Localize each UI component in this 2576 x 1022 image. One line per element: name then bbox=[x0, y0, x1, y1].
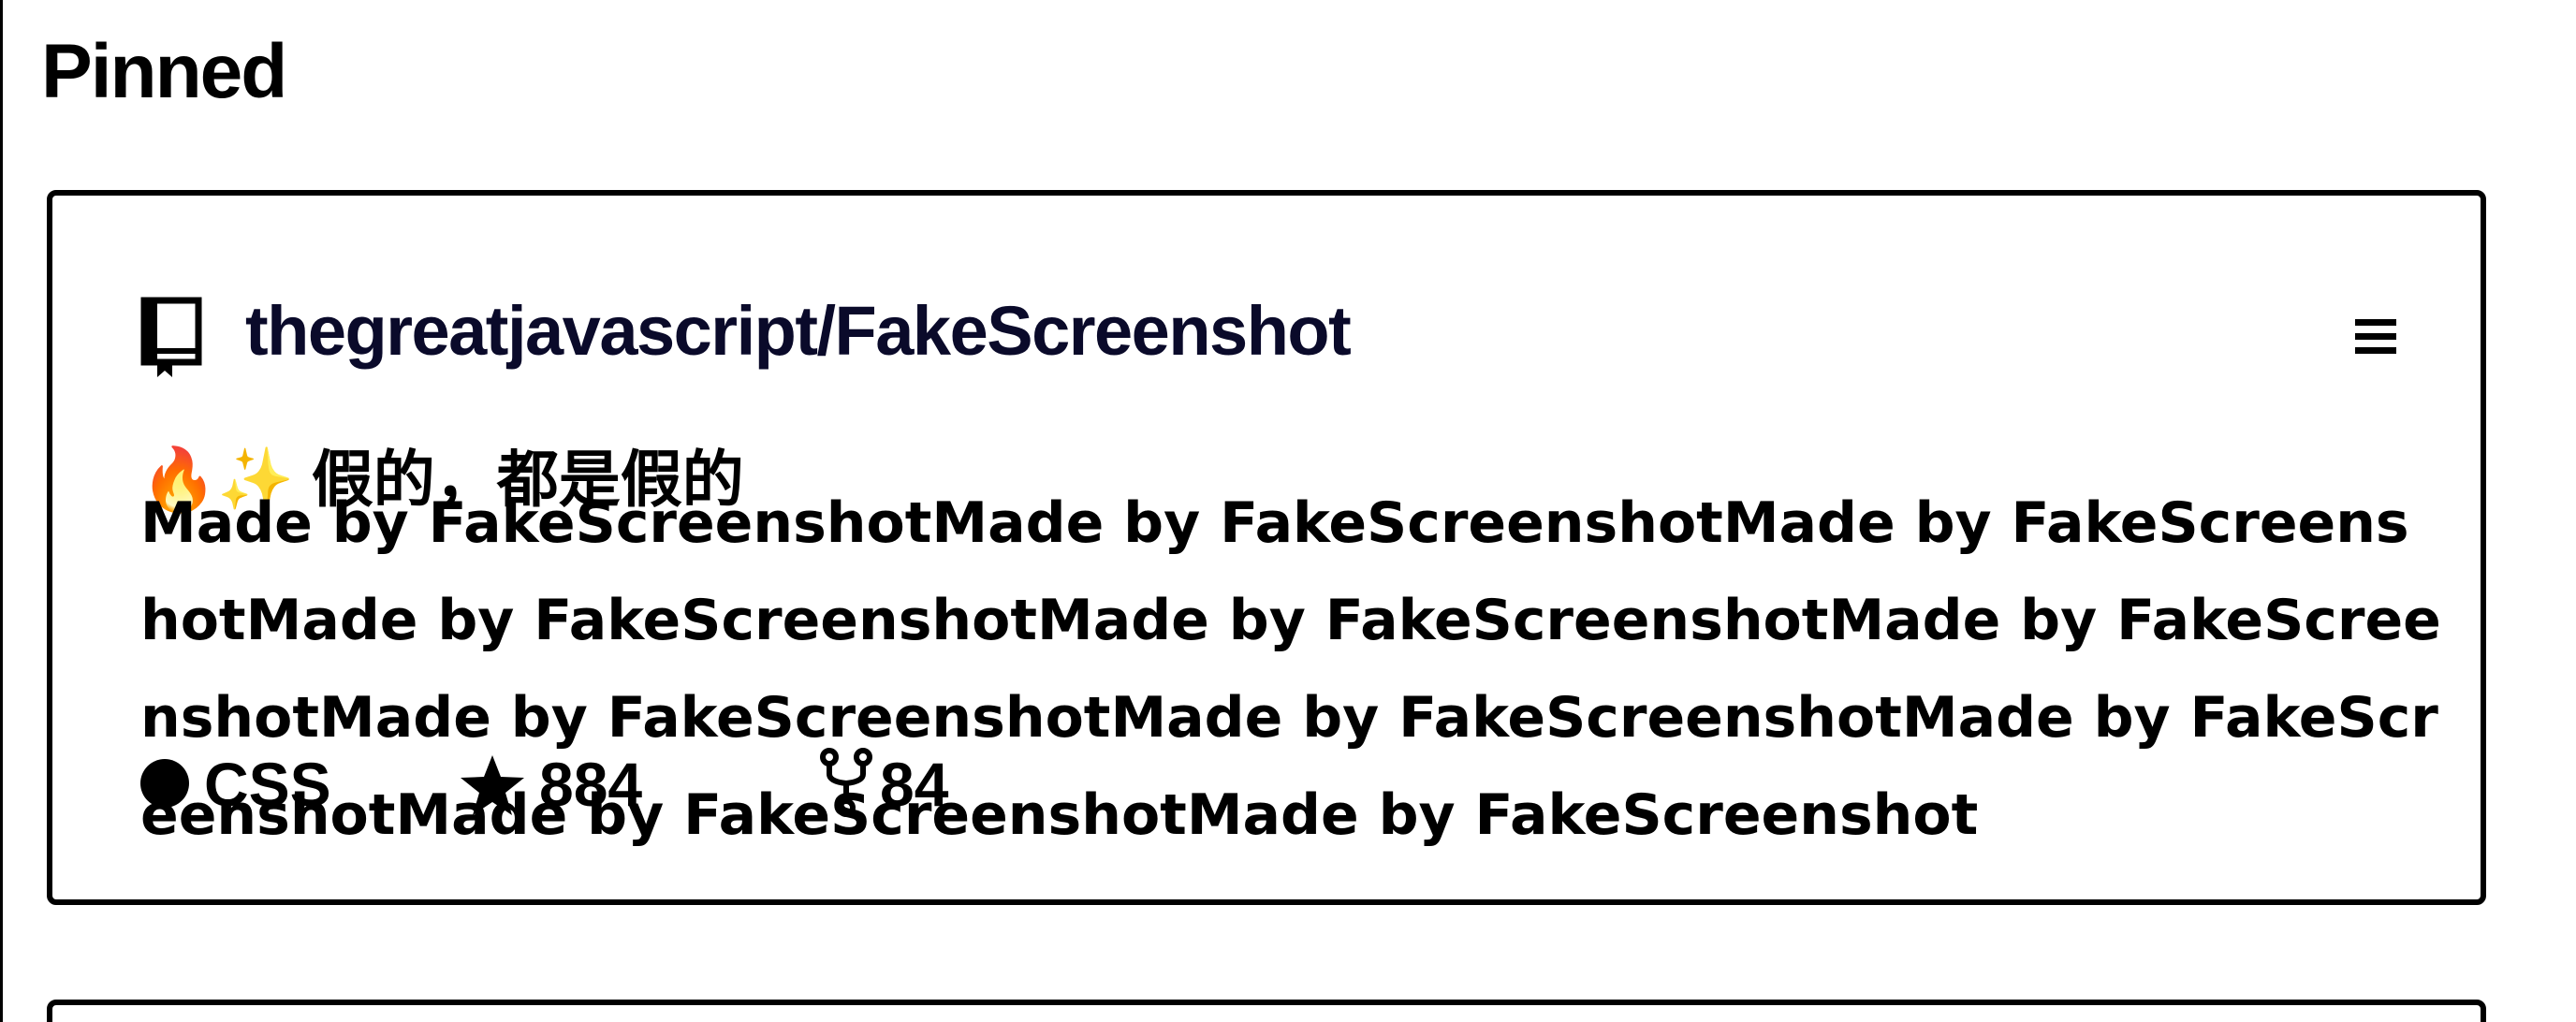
star-count[interactable]: 884 bbox=[539, 753, 642, 815]
pinned-repo-card-next[interactable] bbox=[47, 1000, 2486, 1022]
language-color-dot bbox=[140, 759, 189, 808]
star-icon[interactable] bbox=[459, 753, 526, 817]
fork-count[interactable]: 84 bbox=[880, 753, 948, 815]
repo-name-link[interactable]: thegreatjavascript/FakeScreenshot bbox=[245, 297, 1352, 366]
pinned-repo-card[interactable]: thegreatjavascript/FakeScreenshot 🔥✨ 假的，… bbox=[47, 190, 2486, 905]
pinned-section-title: Pinned bbox=[41, 29, 287, 114]
left-border-divider bbox=[0, 0, 3, 1022]
hamburger-menu-icon[interactable] bbox=[2355, 317, 2396, 355]
fork-icon[interactable] bbox=[820, 748, 872, 817]
repo-language: CSS bbox=[204, 750, 331, 819]
repo-book-icon bbox=[140, 297, 202, 377]
